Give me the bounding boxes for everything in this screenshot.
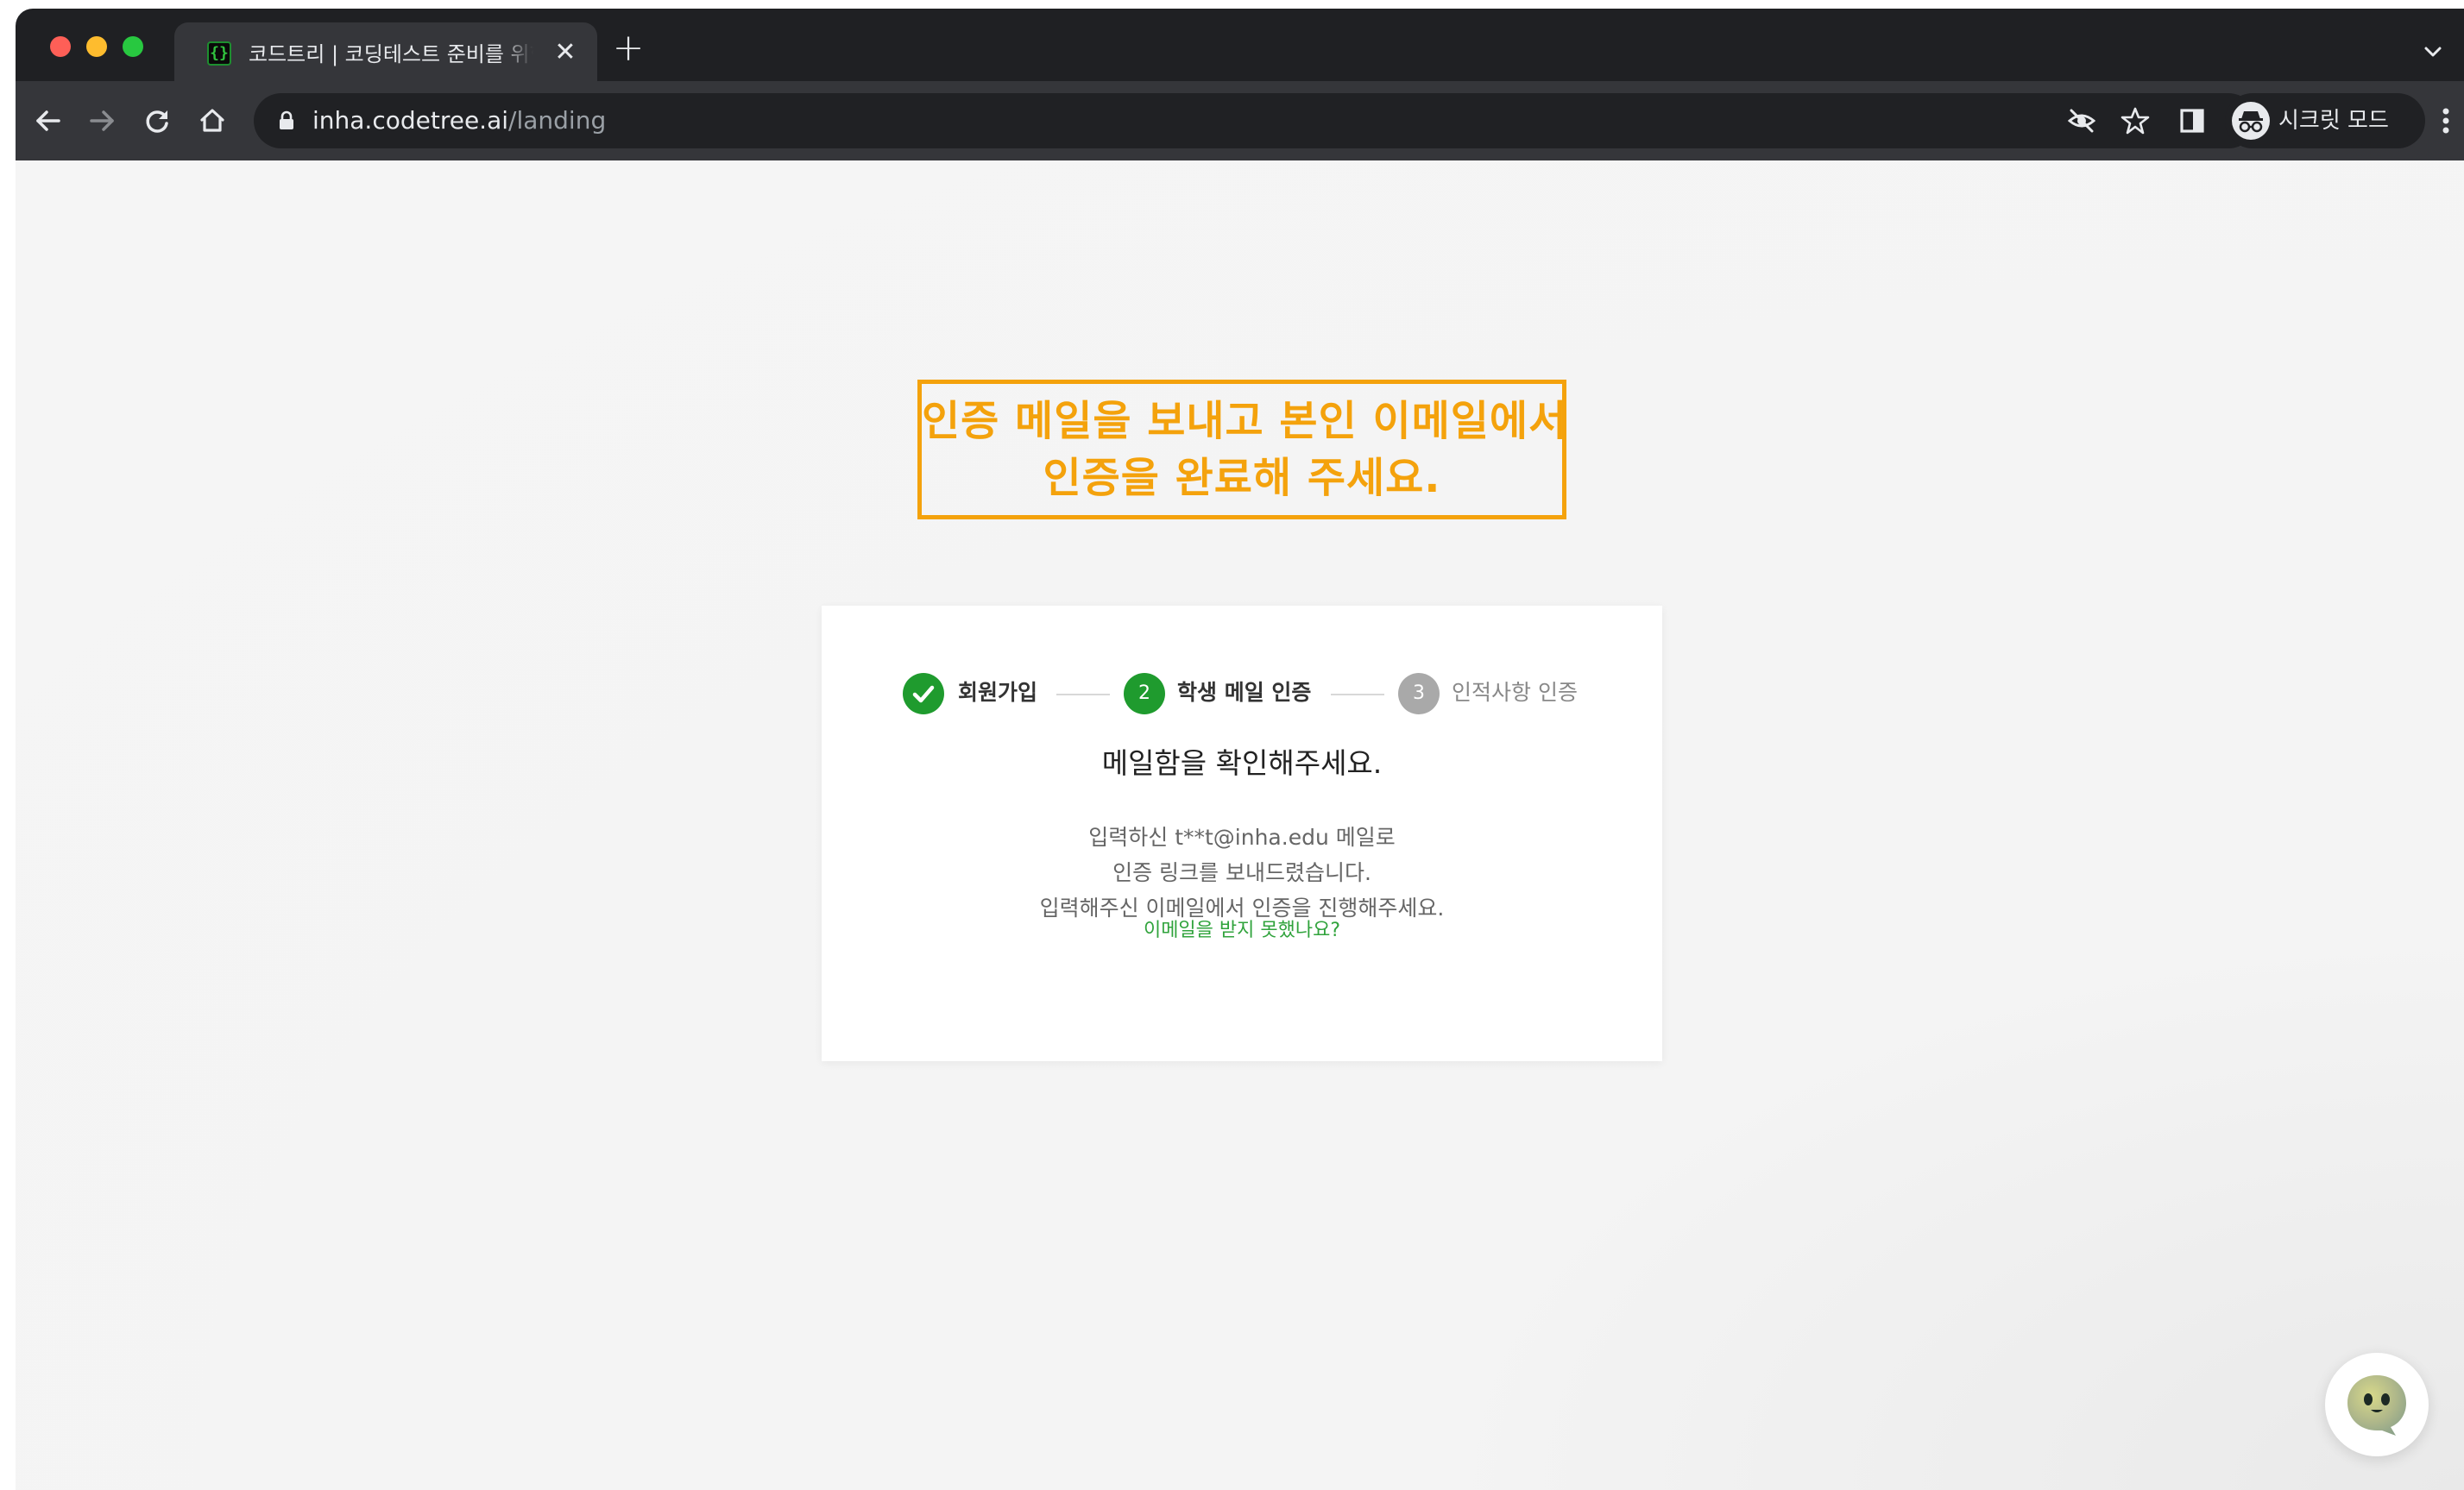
incognito-profile-button[interactable]: 시크릿 모드: [2225, 93, 2425, 148]
toolbar: inha.codetree.ai/landing 시크릿 모드: [16, 81, 2464, 160]
step-1-label: 회원가입: [958, 680, 1038, 705]
browser-window: {} 코드트리 | 코딩테스트 준비를 위한 알고리즘 ✕ +: [16, 9, 2464, 1490]
step-connector-1: [1056, 694, 1110, 695]
incognito-icon: [2232, 102, 2270, 140]
tab-title: 코드트리 | 코딩테스트 준비를 위한 알고리즘: [249, 42, 533, 66]
step-1-check-icon: [903, 673, 944, 714]
message-line-2: 인증 링크를 보내드렸습니다.: [1112, 860, 1371, 885]
verification-card: 회원가입 2 학생 메일 인증 3 인적사항 인증 메일함을 확인해주세요. 입…: [822, 606, 1662, 1061]
lock-icon[interactable]: [274, 109, 299, 133]
url-path: /landing: [508, 106, 607, 135]
forward-arrow-icon[interactable]: [81, 100, 123, 141]
step-3-label: 인적사항 인증: [1452, 680, 1578, 705]
step-3-circle: 3: [1398, 673, 1440, 714]
tab-active[interactable]: {} 코드트리 | 코딩테스트 준비를 위한 알고리즘 ✕: [174, 22, 597, 81]
back-arrow-icon[interactable]: [28, 100, 69, 141]
screen: {} 코드트리 | 코딩테스트 준비를 위한 알고리즘 ✕ +: [0, 0, 2464, 1490]
instruction-annotation: 인증 메일을 보내고 본인 이메일에서 인증을 완료해 주세요.: [917, 380, 1566, 519]
annotation-line-2: 인증을 완료해 주세요.: [1043, 454, 1441, 502]
page-content: 인증 메일을 보내고 본인 이메일에서 인증을 완료해 주세요. 회원가입 2 …: [16, 160, 2464, 1490]
message-line-1: 입력하신 t**t@inha.edu 메일로: [1088, 825, 1396, 850]
tab-close-icon[interactable]: ✕: [551, 38, 580, 67]
annotation-line-1: 인증 메일을 보내고 본인 이메일에서: [922, 397, 1568, 445]
chat-bubble-face-icon: [2347, 1375, 2406, 1436]
step-connector-2: [1331, 694, 1384, 695]
minimize-window-button[interactable]: [86, 36, 107, 57]
bookmark-star-icon[interactable]: [2118, 104, 2152, 138]
side-panel-icon[interactable]: [2171, 100, 2213, 141]
tab-strip: {} 코드트리 | 코딩테스트 준비를 위한 알고리즘 ✕ +: [16, 9, 2464, 81]
maximize-window-button[interactable]: [123, 36, 143, 57]
card-message: 입력하신 t**t@inha.edu 메일로 인증 링크를 보내드렸습니다. 입…: [822, 820, 1662, 926]
reload-icon[interactable]: [136, 100, 178, 141]
signup-stepper: 회원가입 2 학생 메일 인증 3 인적사항 인증: [903, 671, 1593, 716]
chat-button[interactable]: [2325, 1353, 2429, 1456]
url-text: inha.codetree.ai/landing: [312, 105, 606, 136]
card-title: 메일함을 확인해주세요.: [1101, 746, 1383, 780]
new-tab-button[interactable]: +: [609, 29, 647, 69]
incognito-label: 시크릿 모드: [2278, 108, 2389, 134]
close-window-button[interactable]: [50, 36, 71, 57]
home-icon[interactable]: [192, 100, 233, 141]
address-bar[interactable]: inha.codetree.ai/landing: [254, 93, 2256, 148]
eye-off-icon[interactable]: [2064, 104, 2099, 138]
tab-search-chevron-icon[interactable]: [2416, 35, 2450, 69]
kebab-menu-icon[interactable]: [2432, 100, 2460, 141]
url-host: inha.codetree.ai: [312, 106, 509, 135]
codetree-favicon-icon: {}: [207, 41, 231, 66]
resend-email-link[interactable]: 이메일을 받지 못했나요?: [822, 916, 1662, 946]
step-2-label: 학생 메일 인증: [1177, 680, 1312, 705]
step-2-circle: 2: [1124, 673, 1165, 714]
